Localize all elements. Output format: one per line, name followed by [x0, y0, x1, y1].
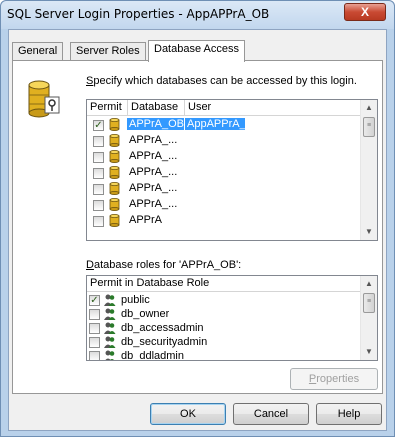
role-name: db_securityadmin — [121, 336, 208, 348]
database-name-cell: APPrA_OB — [127, 118, 184, 130]
user-group-icon — [104, 336, 116, 348]
permit-checkbox[interactable] — [93, 136, 104, 147]
database-roles-list[interactable]: Permit in Database Role ✓ public db_ownerd… — [86, 275, 378, 361]
database-list-row[interactable]: APPrA_... — [87, 197, 362, 213]
close-icon: X — [360, 5, 369, 19]
close-button[interactable]: X — [344, 3, 386, 21]
database-name-cell: APPrA_... — [129, 134, 178, 146]
role-permit-checkbox[interactable]: ✓ — [89, 295, 100, 306]
cancel-button[interactable]: Cancel — [233, 403, 309, 425]
role-name: public — [121, 294, 150, 306]
database-roles-label: Database roles for 'APPrA_OB': — [86, 259, 242, 271]
database-list-scrollbar[interactable]: ▲ ≡ ▼ — [360, 100, 377, 240]
database-cylinder-icon — [109, 182, 120, 195]
properties-button[interactable]: Properties — [290, 368, 378, 390]
instruction-text: Specify which databases can be accessed … — [86, 75, 357, 87]
title-bar[interactable]: SQL Server Login Properties - AppAPPrA_O… — [1, 1, 394, 29]
database-name-cell: APPrA_... — [129, 198, 178, 210]
scroll-down-arrow-icon[interactable]: ▼ — [361, 224, 377, 240]
tab-general[interactable]: General — [12, 42, 64, 61]
scroll-up-arrow-icon[interactable]: ▲ — [361, 100, 377, 116]
permit-checkbox[interactable] — [93, 152, 104, 163]
permit-checkbox[interactable] — [93, 200, 104, 211]
user-name-cell: AppAPPrA_OB — [185, 118, 245, 130]
role-name: db_ddladmin — [121, 350, 184, 361]
permit-checkbox[interactable] — [93, 168, 104, 179]
role-name: db_owner — [121, 308, 170, 320]
database-list-row[interactable]: APPrA_... — [87, 149, 362, 165]
login-properties-window: SQL Server Login Properties - AppAPPrA_O… — [0, 0, 395, 437]
role-name: db_accessadmin — [121, 322, 204, 334]
user-group-icon — [105, 350, 115, 360]
permit-checkbox[interactable] — [93, 184, 104, 195]
ok-button[interactable]: OK — [150, 403, 226, 425]
help-button[interactable]: Help — [316, 403, 382, 425]
user-group-icon — [104, 308, 116, 320]
database-list-row[interactable]: APPrA_... — [87, 165, 362, 181]
permit-checkbox[interactable]: ✓ — [93, 120, 104, 131]
database-list-row[interactable]: APPrA_... — [87, 181, 362, 197]
column-header-permit[interactable]: Permit — [87, 100, 128, 116]
database-cylinder-icon — [109, 134, 120, 147]
database-list[interactable]: Permit Database User ✓ APPrA_OBAppAPPrA_O… — [86, 99, 378, 241]
database-name-cell: APPrA_... — [129, 182, 178, 194]
database-access-panel: Specify which databases can be accessed … — [12, 60, 383, 394]
database-name-cell: APPrA — [129, 214, 163, 226]
column-header-permit-role[interactable]: Permit in Database Role — [87, 276, 362, 292]
role-permit-checkbox[interactable] — [89, 323, 100, 334]
user-group-icon — [104, 322, 116, 334]
database-name-cell: APPrA_... — [129, 150, 178, 162]
database-cylinder-icon — [109, 198, 120, 211]
role-permit-checkbox[interactable] — [89, 309, 100, 320]
database-list-row[interactable]: APPrA — [87, 213, 362, 229]
database-cylinder-icon — [109, 150, 120, 163]
roles-list-scrollbar[interactable]: ▲ ≡ ▼ — [360, 276, 377, 360]
database-cylinder-icon — [109, 214, 120, 227]
tab-database-access[interactable]: Database Access — [148, 40, 245, 62]
database-name-cell: APPrA_... — [129, 166, 178, 178]
scroll-up-arrow-icon[interactable]: ▲ — [361, 276, 377, 292]
column-header-user[interactable]: User — [185, 100, 362, 116]
tab-server-roles[interactable]: Server Roles — [70, 42, 146, 61]
dialog-client-area: General Server Roles Database Access Spe… — [8, 29, 387, 431]
scroll-down-arrow-icon[interactable]: ▼ — [361, 344, 377, 360]
database-role-row[interactable]: db_ddladmin — [87, 349, 362, 361]
user-group-icon — [104, 294, 116, 306]
role-permit-checkbox[interactable] — [89, 351, 100, 360]
scroll-thumb[interactable]: ≡ — [363, 117, 375, 137]
database-list-row[interactable]: ✓ APPrA_OBAppAPPrA_OB — [87, 117, 362, 133]
database-cylinder-icon — [109, 118, 120, 131]
window-title: SQL Server Login Properties - AppAPPrA_O… — [7, 7, 270, 21]
database-key-icon — [28, 80, 60, 118]
database-cylinder-icon — [109, 166, 120, 179]
database-list-row[interactable]: APPrA_... — [87, 133, 362, 149]
role-permit-checkbox[interactable] — [89, 337, 100, 348]
permit-checkbox[interactable] — [93, 216, 104, 227]
scroll-thumb[interactable]: ≡ — [363, 293, 375, 313]
column-header-database[interactable]: Database — [128, 100, 185, 116]
